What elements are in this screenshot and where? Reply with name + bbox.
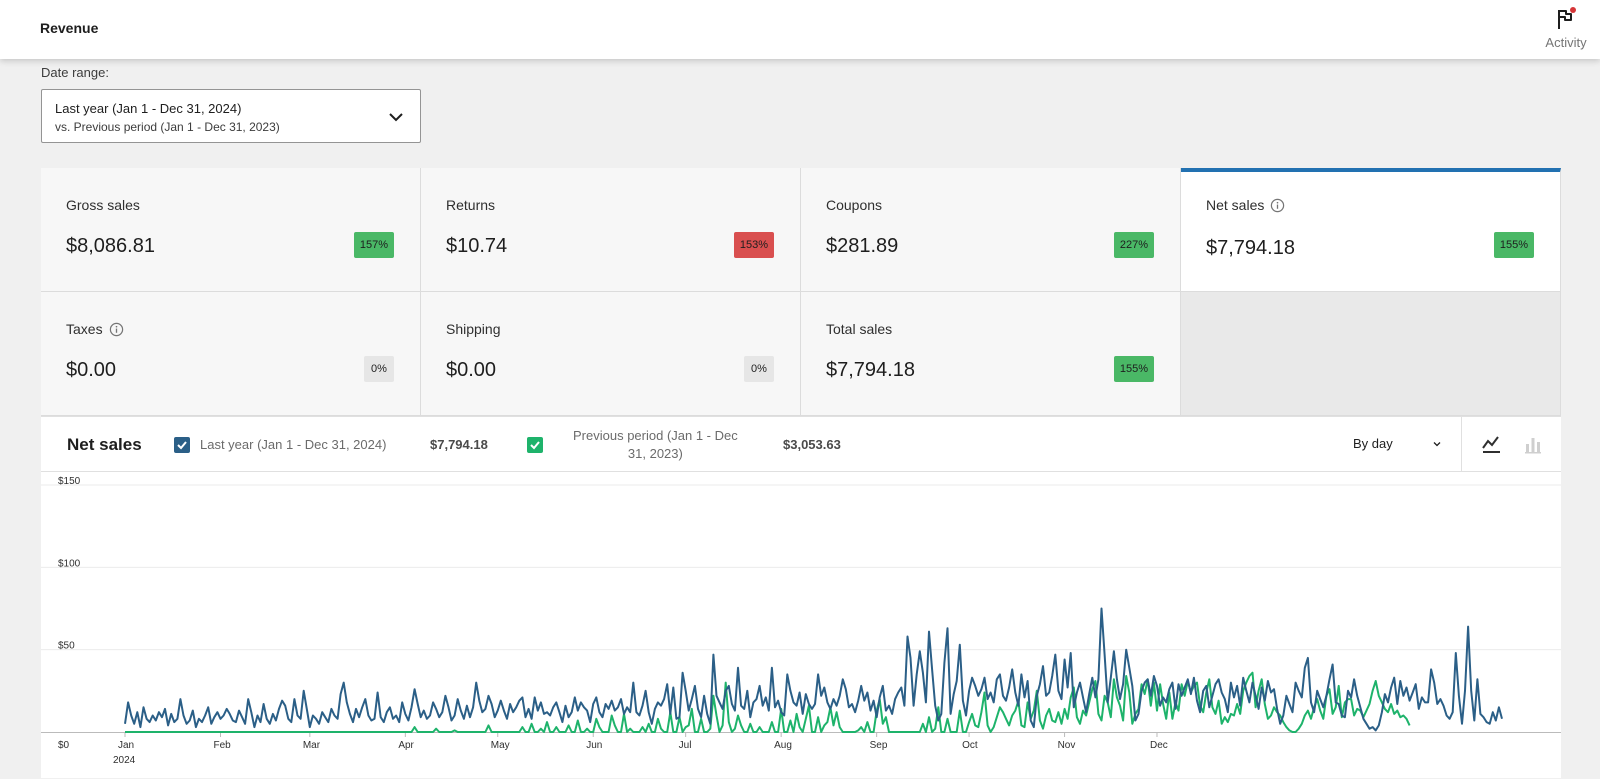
legend-label-line: Previous period (Jan 1 - Dec bbox=[573, 427, 738, 443]
tile-returns[interactable]: Returns $10.74 153% bbox=[421, 168, 801, 292]
x-tick-label: Aug bbox=[774, 740, 792, 751]
tile-gross-sales[interactable]: Gross sales $8,086.81 157% bbox=[41, 168, 421, 292]
tile-label-text: Net sales bbox=[1206, 197, 1265, 213]
tile-label-text: Returns bbox=[446, 197, 496, 213]
legend-item-previous[interactable]: Previous period (Jan 1 - Dec 31, 2023) bbox=[527, 417, 738, 472]
tile-shipping[interactable]: Shipping $0.00 0% bbox=[421, 292, 801, 416]
checkbox-checked-icon[interactable] bbox=[527, 436, 543, 453]
x-tick-label: Feb bbox=[213, 740, 231, 751]
tile-value: $10.74 bbox=[446, 235, 508, 257]
series-line-current bbox=[124, 607, 1503, 732]
line-chart-icon[interactable] bbox=[1480, 433, 1502, 455]
legend-total: $7,794.18 bbox=[430, 437, 488, 452]
tile-value: $8,086.81 bbox=[66, 235, 155, 257]
x-tick-label: Jun bbox=[586, 740, 602, 751]
x-year-label: 2024 bbox=[113, 755, 136, 766]
y-tick-label: $50 bbox=[58, 641, 75, 652]
tile-coupons[interactable]: Coupons $281.89 227% bbox=[801, 168, 1181, 292]
chart-panel: Net sales Last year (Jan 1 - Dec 31, 202… bbox=[41, 416, 1561, 778]
x-tick-label: Jul bbox=[679, 740, 692, 751]
net-sales-chart: $0 $50 $100 $150 Jan Feb Mar Apr May Jun Jul Aug Sep… bbox=[41, 476, 1561, 766]
chart-mode-toggle bbox=[1461, 417, 1561, 472]
tile-label-text: Shipping bbox=[446, 321, 501, 337]
delta-badge: 227% bbox=[1113, 232, 1154, 258]
flag-icon bbox=[1558, 7, 1576, 29]
delta-badge: 155% bbox=[1113, 356, 1154, 382]
checkbox-checked-icon[interactable] bbox=[174, 436, 190, 453]
y-tick-label: $150 bbox=[58, 476, 81, 487]
tile-net-sales[interactable]: Net sales $7,794.18 155% bbox=[1181, 168, 1561, 292]
date-range-selector[interactable]: Last year (Jan 1 - Dec 31, 2024) vs. Pre… bbox=[41, 89, 421, 143]
tile-total-sales[interactable]: Total sales $7,794.18 155% bbox=[801, 292, 1181, 416]
interval-label: By day bbox=[1353, 436, 1393, 451]
legend-label: Previous period (Jan 1 - Dec 31, 2023) bbox=[573, 427, 738, 463]
x-tick-label: May bbox=[491, 740, 510, 751]
delta-badge: 0% bbox=[744, 356, 774, 382]
y-tick-label: $100 bbox=[58, 558, 81, 569]
tile-label: Returns bbox=[446, 197, 495, 213]
legend-label: Last year (Jan 1 - Dec 31, 2024) bbox=[200, 436, 387, 452]
page-title: Revenue bbox=[40, 20, 99, 36]
tile-label: Coupons bbox=[826, 197, 882, 213]
x-tick-label: Jan bbox=[118, 740, 134, 751]
chevron-down-icon bbox=[389, 113, 403, 122]
info-icon[interactable] bbox=[109, 322, 124, 337]
tile-label: Shipping bbox=[446, 321, 501, 337]
top-bar: Revenue Activity bbox=[0, 0, 1600, 59]
delta-badge: 157% bbox=[353, 232, 394, 258]
tile-label: Net sales bbox=[1206, 197, 1285, 213]
tile-label-text: Total sales bbox=[826, 321, 893, 337]
tile-label: Total sales bbox=[826, 321, 892, 337]
interval-select[interactable]: By day bbox=[1353, 436, 1443, 451]
y-tick-label: $0 bbox=[58, 740, 70, 751]
activity-button[interactable]: Activity bbox=[1540, 4, 1592, 54]
info-icon[interactable] bbox=[1270, 198, 1285, 213]
tile-label-text: Taxes bbox=[66, 321, 103, 337]
chart-title: Net sales bbox=[67, 435, 142, 454]
chart-header: Net sales Last year (Jan 1 - Dec 31, 202… bbox=[41, 417, 1561, 472]
tile-value: $7,794.18 bbox=[1206, 237, 1295, 259]
summary-tiles: Gross sales $8,086.81 157% Returns $10.7… bbox=[41, 168, 1561, 416]
delta-badge: 155% bbox=[1493, 232, 1534, 258]
legend-total: $3,053.63 bbox=[783, 437, 841, 452]
tile-label: Taxes bbox=[66, 321, 124, 337]
tile-value: $0.00 bbox=[66, 359, 117, 381]
date-range-secondary: vs. Previous period (Jan 1 - Dec 31, 202… bbox=[55, 120, 280, 134]
x-tick-label: Dec bbox=[1150, 740, 1168, 751]
tile-value: $281.89 bbox=[826, 235, 899, 257]
tile-label: Gross sales bbox=[66, 197, 140, 213]
x-tick-label: Apr bbox=[398, 740, 414, 751]
delta-badge: 153% bbox=[733, 232, 774, 258]
date-range-primary: Last year (Jan 1 - Dec 31, 2024) bbox=[55, 101, 242, 116]
x-tick-label: Nov bbox=[1058, 740, 1076, 751]
delta-badge: 0% bbox=[364, 356, 394, 382]
legend-item-current[interactable]: Last year (Jan 1 - Dec 31, 2024) bbox=[174, 417, 386, 472]
tile-value: $0.00 bbox=[446, 359, 497, 381]
chevron-down-icon bbox=[1433, 441, 1441, 446]
tile-value: $7,794.18 bbox=[826, 359, 915, 381]
legend-label-line: 31, 2023) bbox=[627, 445, 683, 461]
tile-label-text: Gross sales bbox=[66, 197, 140, 213]
x-tick-label: Sep bbox=[870, 740, 888, 751]
activity-label: Activity bbox=[1545, 35, 1587, 50]
tile-label-text: Coupons bbox=[826, 197, 883, 213]
x-tick-label: Mar bbox=[303, 740, 321, 751]
tile-empty bbox=[1181, 292, 1561, 416]
bar-chart-icon[interactable] bbox=[1522, 433, 1544, 455]
x-tick-label: Oct bbox=[962, 740, 978, 751]
date-range-label: Date range: bbox=[41, 65, 109, 80]
tile-taxes[interactable]: Taxes $0.00 0% bbox=[41, 292, 421, 416]
